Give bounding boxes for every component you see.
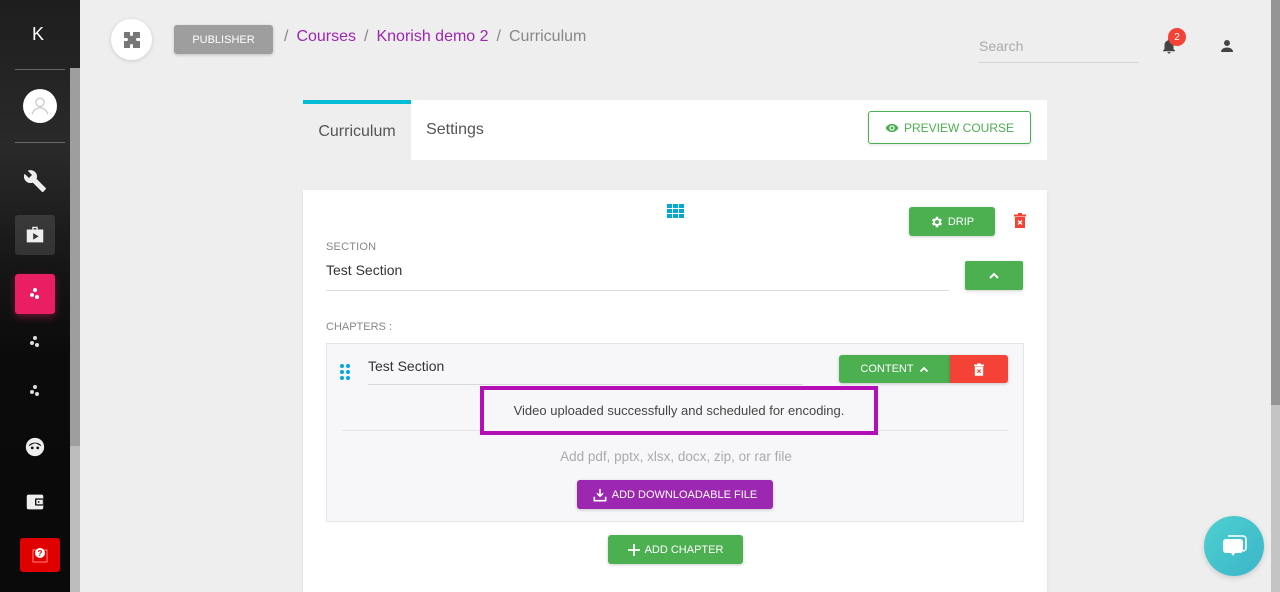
user-circle-icon — [31, 97, 49, 115]
sidebar-scrollbar-thumb[interactable] — [70, 68, 80, 446]
sidebar-item-face[interactable] — [15, 427, 55, 467]
breadcrumb: / Courses / Knorish demo 2 / Curriculum — [284, 28, 586, 46]
svg-text:?: ? — [38, 549, 43, 558]
chevron-up-icon — [989, 272, 999, 279]
sidebar-item-media[interactable] — [15, 215, 55, 255]
sidebar-item-help[interactable]: ? — [20, 538, 60, 572]
section-title-input[interactable]: Test Section — [326, 262, 949, 291]
wrench-icon — [23, 170, 46, 192]
sidebar-divider — [15, 142, 65, 143]
search-input[interactable] — [979, 38, 1139, 54]
add-chapter-label: ADD CHAPTER — [644, 543, 724, 556]
sidebar: K ? — [0, 0, 80, 592]
delete-section-button[interactable] — [1014, 213, 1026, 233]
section-drag-handle[interactable] — [667, 204, 685, 223]
eye-icon — [885, 123, 899, 132]
add-downloadable-file-button[interactable]: ADD DOWNLOADABLE FILE — [577, 480, 773, 509]
breadcrumb-separator: / — [364, 28, 369, 45]
user-menu-button[interactable] — [1218, 37, 1236, 60]
chapter-drag-handle[interactable] — [340, 364, 350, 385]
drip-button[interactable]: DRIP — [909, 207, 995, 236]
add-chapter-button[interactable]: ADD CHAPTER — [608, 535, 743, 564]
help-icon: ? — [32, 548, 48, 563]
dots-cluster-icon — [30, 336, 39, 347]
gear-icon — [931, 216, 942, 227]
preview-course-label: PREVIEW COURSE — [903, 120, 1014, 135]
briefcase-play-icon — [26, 226, 44, 243]
puzzle-icon — [123, 31, 140, 48]
sidebar-item-hub-2[interactable] — [15, 322, 55, 362]
upload-status-message: Video uploaded successfully and schedule… — [480, 386, 878, 435]
drip-label: DRIP — [947, 215, 975, 228]
drag-dots-icon — [340, 364, 350, 380]
trash-icon — [1014, 213, 1026, 228]
sidebar-item-hub-3[interactable] — [15, 371, 55, 411]
face-icon — [25, 437, 45, 457]
chat-bubble-icon — [1223, 535, 1247, 556]
course-tabs: Curriculum Settings PREVIEW COURSE — [303, 100, 1047, 160]
breadcrumb-separator: / — [284, 28, 289, 45]
notification-badge: 2 — [1168, 28, 1186, 46]
sidebar-avatar[interactable] — [23, 89, 57, 123]
dots-cluster-icon — [30, 385, 39, 396]
chapter-title-input[interactable]: Test Section — [368, 358, 803, 385]
home-button[interactable] — [111, 19, 152, 60]
delete-chapter-button[interactable] — [950, 355, 1008, 383]
add-downloadable-file-label: ADD DOWNLOADABLE FILE — [611, 488, 758, 501]
sidebar-item-hub-active[interactable] — [15, 274, 55, 314]
breadcrumb-separator: / — [496, 28, 501, 45]
breadcrumb-course[interactable]: Knorish demo 2 — [376, 28, 488, 46]
sidebar-item-wallet[interactable] — [15, 482, 55, 522]
plus-icon — [627, 543, 640, 556]
chevron-up-icon — [919, 366, 928, 372]
sidebar-item-tools[interactable] — [15, 161, 55, 201]
preview-course-button[interactable]: PREVIEW COURSE — [868, 111, 1031, 144]
content-label: CONTENT — [860, 363, 914, 375]
breadcrumb-courses[interactable]: Courses — [296, 28, 356, 46]
download-icon — [593, 488, 607, 501]
trash-icon — [974, 362, 984, 376]
collapse-section-button[interactable] — [965, 261, 1023, 290]
section-card: DRIP SECTION Test Section CHAPTERS : Tes… — [303, 190, 1047, 592]
sidebar-divider — [15, 69, 65, 70]
chapter-item: Test Section CONTENT Video uploaded succ… — [326, 343, 1024, 522]
tab-curriculum[interactable]: Curriculum — [303, 100, 411, 160]
section-field-label: SECTION — [326, 241, 377, 253]
search-field[interactable] — [979, 36, 1139, 63]
publisher-button[interactable]: PUBLISHER — [174, 25, 273, 54]
page-scrollbar-thumb[interactable] — [1271, 0, 1280, 405]
wallet-icon — [26, 494, 44, 510]
file-type-hint: Add pdf, pptx, xlsx, docx, zip, or rar f… — [560, 449, 792, 464]
tab-settings[interactable]: Settings — [411, 100, 499, 160]
sidebar-logo[interactable]: K — [0, 24, 76, 45]
chat-widget-button[interactable] — [1204, 516, 1264, 576]
chapters-label: CHAPTERS : — [326, 321, 393, 333]
content-toggle-button[interactable]: CONTENT — [839, 355, 950, 383]
grid-icon — [667, 204, 684, 218]
person-icon — [1221, 40, 1233, 52]
dots-cluster-icon — [30, 288, 39, 299]
breadcrumb-current: Curriculum — [509, 28, 587, 45]
